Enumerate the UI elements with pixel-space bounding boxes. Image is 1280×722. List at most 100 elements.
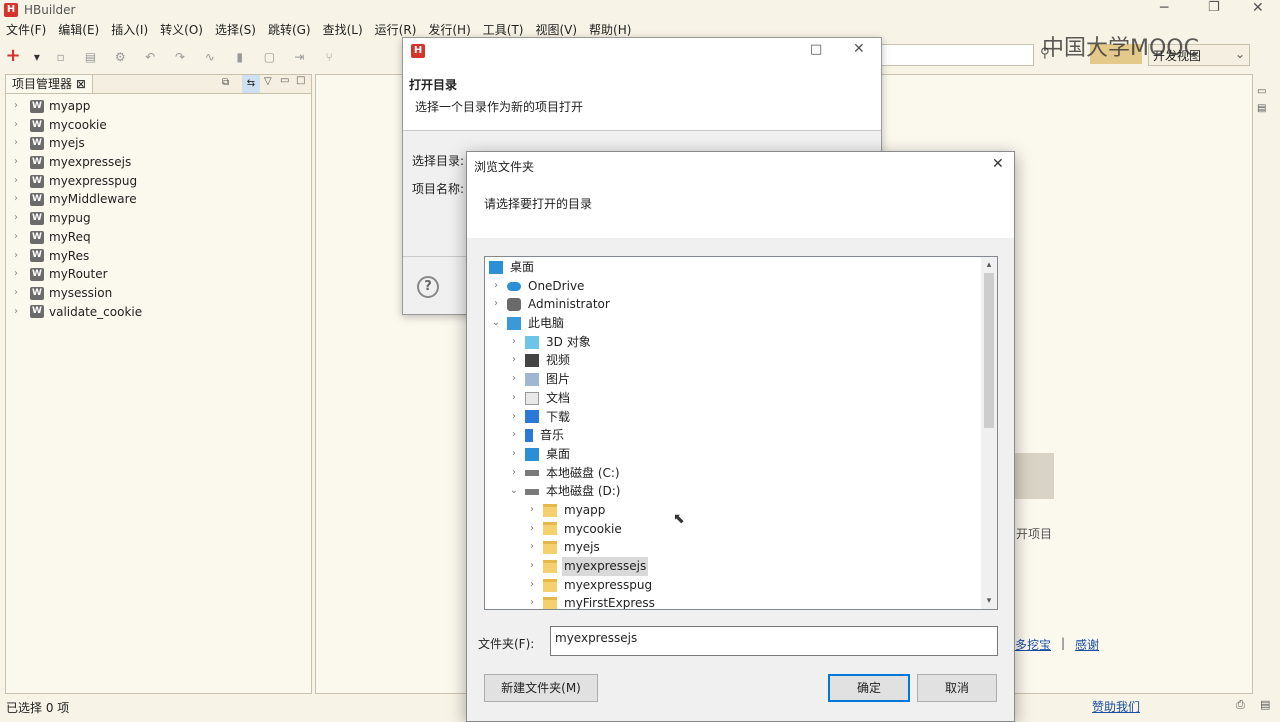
folder-tree-item[interactable]: › Administrator <box>485 295 997 314</box>
chevron-down-icon[interactable]: ⌄ <box>507 482 521 501</box>
folder-tree-item[interactable]: › 桌面 <box>485 445 997 464</box>
folder-tree-item[interactable]: › myexpressejs <box>485 557 997 576</box>
export-icon[interactable]: ⇥ <box>288 46 310 68</box>
chevron-right-icon[interactable]: › <box>507 445 521 464</box>
chevron-right-icon[interactable]: › <box>525 538 539 557</box>
link-editor-icon[interactable]: ⇆ <box>242 75 260 93</box>
collapse-all-icon[interactable]: ⧉ <box>222 77 229 88</box>
chevron-right-icon[interactable]: › <box>14 247 26 266</box>
folder-tree-item[interactable]: › myFirstExpress <box>485 594 997 609</box>
project-tree-item[interactable]: › WmyMiddleware <box>6 190 311 209</box>
folder-tree-item[interactable]: › myejs <box>485 538 997 557</box>
menu-item[interactable]: 插入(I) <box>105 20 154 40</box>
project-tree-item[interactable]: › WmyReq <box>6 228 311 247</box>
view-menu-icon[interactable]: ▽ <box>264 76 272 87</box>
chevron-right-icon[interactable]: › <box>14 134 26 153</box>
status-icon[interactable]: ⎙ <box>1236 698 1245 712</box>
project-tree-item[interactable]: › Wmycookie <box>6 116 311 135</box>
save-all-icon[interactable]: ▤ <box>79 46 101 68</box>
redo-icon[interactable]: ↷ <box>169 46 191 68</box>
chevron-right-icon[interactable]: › <box>14 209 26 228</box>
chevron-right-icon[interactable]: › <box>14 116 26 135</box>
minimize-icon[interactable]: ─ <box>1160 0 1168 16</box>
chevron-right-icon[interactable]: › <box>507 408 521 427</box>
chevron-right-icon[interactable]: › <box>489 277 503 296</box>
outline-icon[interactable]: ▤ <box>1257 103 1273 114</box>
chevron-right-icon[interactable]: › <box>525 520 539 539</box>
file-icon[interactable]: ▢ <box>258 46 280 68</box>
menu-item[interactable]: 编辑(E) <box>52 20 105 40</box>
folder-tree-item[interactable]: › 音乐 <box>485 426 997 445</box>
maximize-panel-icon[interactable]: □ <box>296 75 305 86</box>
folder-tree-item[interactable]: › 文档 <box>485 389 997 408</box>
close-icon[interactable]: ✕ <box>853 41 865 57</box>
folder-input[interactable]: myexpressejs <box>550 626 998 656</box>
chevron-right-icon[interactable]: › <box>14 153 26 172</box>
chevron-right-icon[interactable]: › <box>525 501 539 520</box>
help-icon[interactable]: ? <box>417 276 439 298</box>
open-project-link[interactable]: 开项目 <box>1016 525 1052 542</box>
thanks-link[interactable]: 感谢 <box>1075 636 1099 653</box>
scroll-thumb[interactable] <box>984 273 994 428</box>
save-icon[interactable]: ▫ <box>50 46 72 68</box>
cancel-button[interactable]: 取消 <box>917 674 997 702</box>
maximize-icon[interactable]: □ <box>810 42 822 57</box>
project-tree-item[interactable]: › WmyRouter <box>6 265 311 284</box>
scrollbar[interactable]: ▴ ▾ <box>981 257 997 609</box>
folder-tree-item[interactable]: › 本地磁盘 (C:) <box>485 464 997 483</box>
chevron-right-icon[interactable]: › <box>507 426 521 445</box>
tab-project-manager[interactable]: 项目管理器 ⊠ <box>6 75 93 93</box>
project-tree-item[interactable]: › Wmyexpresspug <box>6 172 311 191</box>
chevron-right-icon[interactable]: › <box>507 351 521 370</box>
restore-icon[interactable]: ❐ <box>1208 0 1220 15</box>
chevron-right-icon[interactable]: › <box>525 576 539 595</box>
chevron-down-icon[interactable]: ▾ <box>32 46 42 68</box>
undo-icon[interactable]: ↶ <box>139 46 161 68</box>
close-icon[interactable]: ✕ <box>1252 0 1264 16</box>
search-input[interactable] <box>880 44 1034 66</box>
project-tree-item[interactable]: › Wmypug <box>6 209 311 228</box>
folder-tree-item[interactable]: ⌄ 本地磁盘 (D:) <box>485 482 997 501</box>
folder-tree-item[interactable]: 桌面 <box>485 258 997 277</box>
chevron-right-icon[interactable]: › <box>507 464 521 483</box>
bookmark-icon[interactable]: ▮ <box>229 46 251 68</box>
menu-item[interactable]: 查找(L) <box>317 20 369 40</box>
chevron-right-icon[interactable]: › <box>507 333 521 352</box>
chevron-right-icon[interactable]: › <box>14 97 26 116</box>
menu-item[interactable]: 跳转(G) <box>262 20 317 40</box>
branch-icon[interactable]: ⑂ <box>318 46 340 68</box>
new-folder-button[interactable]: 新建文件夹(M) <box>484 674 598 702</box>
chevron-right-icon[interactable]: › <box>14 303 26 322</box>
chevron-right-icon[interactable]: › <box>14 172 26 191</box>
folder-tree-item[interactable]: › 视频 <box>485 351 997 370</box>
folder-tree-item[interactable]: › myexpresspug <box>485 576 997 595</box>
chevron-right-icon[interactable]: › <box>525 594 539 609</box>
project-tree-item[interactable]: › Wvalidate_cookie <box>6 303 311 322</box>
scroll-up-icon[interactable]: ▴ <box>981 257 997 273</box>
settings-icon[interactable]: ⚙ <box>109 46 131 68</box>
folder-tree-item[interactable]: › 下载 <box>485 408 997 427</box>
chevron-right-icon[interactable]: › <box>14 190 26 209</box>
close-icon[interactable]: ✕ <box>992 156 1004 172</box>
folder-tree-item[interactable]: › mycookie <box>485 520 997 539</box>
status-icon-2[interactable]: ▤ <box>1260 698 1270 711</box>
folder-tree[interactable]: 桌面 › OneDrive › Administrator ⌄ 此电脑 › 3D 对象 › 视频 › 图… <box>484 256 998 610</box>
project-tree-item[interactable]: › WmyRes <box>6 247 311 266</box>
folder-tree-item[interactable]: › OneDrive <box>485 277 997 296</box>
format-icon[interactable]: ∿ <box>199 46 221 68</box>
project-tree-item[interactable]: › Wmyejs <box>6 134 311 153</box>
chevron-right-icon[interactable]: › <box>489 295 503 314</box>
donate-link[interactable]: 赞助我们 <box>1092 698 1140 715</box>
chevron-right-icon[interactable]: › <box>14 228 26 247</box>
project-tree-item[interactable]: › Wmysession <box>6 284 311 303</box>
new-plus-icon[interactable]: + <box>2 45 24 67</box>
scroll-down-icon[interactable]: ▾ <box>981 593 997 609</box>
more-treasure-link[interactable]: 多挖宝 <box>1015 636 1051 653</box>
chevron-down-icon[interactable]: ⌄ <box>489 314 503 333</box>
menu-item[interactable]: 转义(O) <box>154 20 209 40</box>
menu-item[interactable]: 选择(S) <box>209 20 262 40</box>
chevron-right-icon[interactable]: › <box>14 284 26 303</box>
chevron-right-icon[interactable]: › <box>507 389 521 408</box>
project-tree-item[interactable]: › Wmyapp <box>6 97 311 116</box>
ok-button[interactable]: 确定 <box>828 674 910 702</box>
